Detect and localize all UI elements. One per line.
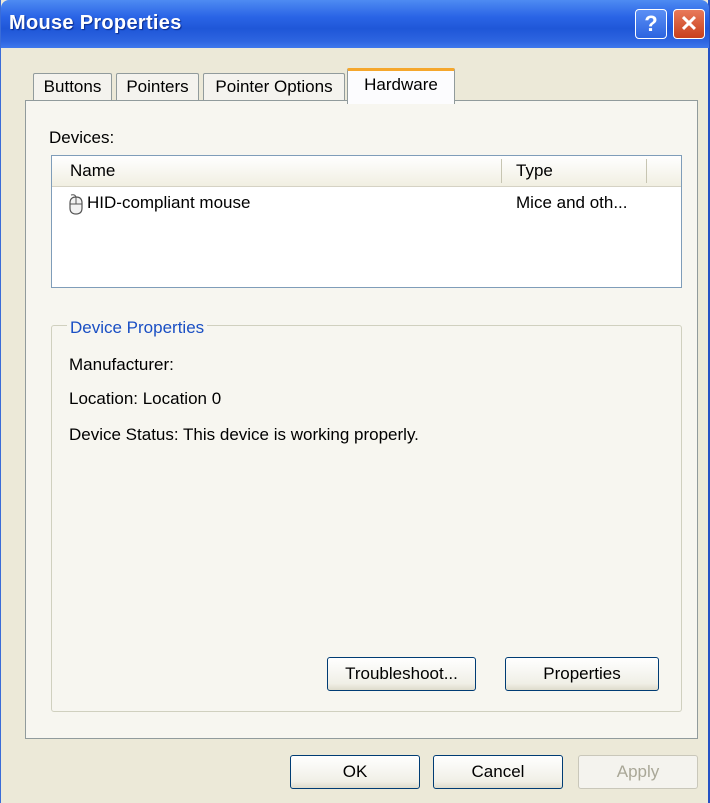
help-icon: ? <box>644 11 658 36</box>
title-bar[interactable]: Mouse Properties ? ✕ <box>1 0 709 48</box>
column-divider[interactable] <box>501 159 502 183</box>
mouse-icon <box>69 194 83 215</box>
device-name: HID-compliant mouse <box>87 193 251 212</box>
close-icon: ✕ <box>679 11 699 36</box>
devices-list[interactable]: Name Type HID-compliant mouse Mice and o… <box>51 155 682 288</box>
column-header-type[interactable]: Type <box>516 161 553 181</box>
close-button[interactable]: ✕ <box>673 9 705 39</box>
device-type: Mice and oth... <box>516 193 628 212</box>
tab-pointers[interactable]: Pointers <box>116 73 199 101</box>
device-properties-group <box>51 325 682 712</box>
column-header-name[interactable]: Name <box>70 161 115 181</box>
list-item[interactable]: HID-compliant mouse Mice and oth... <box>52 189 681 217</box>
apply-button[interactable]: Apply <box>578 755 698 789</box>
cancel-button[interactable]: Cancel <box>433 755 563 789</box>
ok-button[interactable]: OK <box>290 755 420 789</box>
help-button[interactable]: ? <box>635 9 667 39</box>
properties-button[interactable]: Properties <box>505 657 659 691</box>
devices-list-header: Name Type <box>52 156 681 187</box>
tab-hardware[interactable]: Hardware <box>347 68 455 104</box>
troubleshoot-button[interactable]: Troubleshoot... <box>327 657 476 691</box>
tab-pointer-options[interactable]: Pointer Options <box>203 73 345 101</box>
location-text: Location: Location 0 <box>69 389 222 408</box>
devices-label: Devices: <box>49 128 115 147</box>
tab-buttons[interactable]: Buttons <box>33 73 112 101</box>
manufacturer-text: Manufacturer: <box>69 355 174 374</box>
column-divider[interactable] <box>646 159 647 183</box>
device-status-text: Device Status: This device is working pr… <box>69 425 419 444</box>
mouse-properties-window: Mouse Properties ? ✕ Buttons Pointers Po… <box>0 0 710 803</box>
window-title: Mouse Properties <box>9 12 182 34</box>
device-properties-title: Device Properties <box>67 318 208 338</box>
